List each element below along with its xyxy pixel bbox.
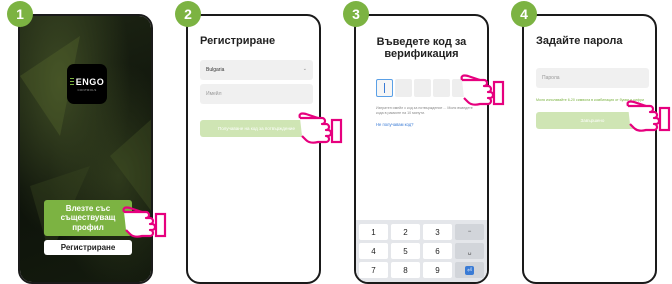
- go-icon: ⏎: [465, 265, 474, 275]
- code-input[interactable]: [376, 79, 469, 97]
- phone-screen-verify: Въведете код за верификация Изпратен име…: [354, 14, 489, 284]
- key[interactable]: 5: [391, 243, 420, 259]
- step-badge: 4: [511, 1, 537, 27]
- phone-screen-register: Регистриране Bulgaria ⌄ Имейл Получаване…: [186, 14, 321, 284]
- key[interactable]: 3: [423, 224, 452, 240]
- key-space[interactable]: ␣: [455, 243, 484, 259]
- pointing-hand-icon: [298, 112, 343, 144]
- key-minus[interactable]: −: [455, 224, 484, 240]
- pointing-hand-icon: [626, 100, 671, 132]
- resend-code-link[interactable]: Не получавам код?: [376, 122, 414, 127]
- page-title: Въведете код за верификация: [376, 36, 467, 60]
- phone-screen-password: Задайте парола Парола Моля използвайте 6…: [522, 14, 657, 284]
- email-field[interactable]: Имейл: [200, 84, 313, 104]
- step-badge: 2: [175, 1, 201, 27]
- pointing-hand-icon: [122, 206, 167, 238]
- step-badge: 3: [343, 1, 369, 27]
- step-badge: 1: [7, 1, 33, 27]
- get-code-button[interactable]: Получаване на код за потвърждение: [200, 120, 313, 137]
- key[interactable]: 2: [391, 224, 420, 240]
- country-select[interactable]: Bulgaria ⌄: [200, 60, 313, 80]
- phone-screen-welcome: ENGO CONTROLS Влезте със съществуващ про…: [18, 14, 153, 284]
- app-logo: ENGO CONTROLS: [67, 64, 107, 104]
- register-button[interactable]: Регистриране: [44, 240, 132, 255]
- key[interactable]: 1: [359, 224, 388, 240]
- key[interactable]: 4: [359, 243, 388, 259]
- login-existing-button[interactable]: Влезте със съществуващ профил: [44, 200, 132, 236]
- pointing-hand-icon: [460, 74, 505, 106]
- page-title: Регистриране: [200, 35, 276, 47]
- password-field[interactable]: Парола: [536, 68, 649, 88]
- numeric-keypad: 1 2 3 − 4 5 6 ␣ 7 8 9 ⏎: [356, 220, 487, 282]
- key[interactable]: 6: [423, 243, 452, 259]
- page-title: Задайте парола: [536, 35, 623, 47]
- chevron-down-icon: ⌄: [302, 66, 307, 72]
